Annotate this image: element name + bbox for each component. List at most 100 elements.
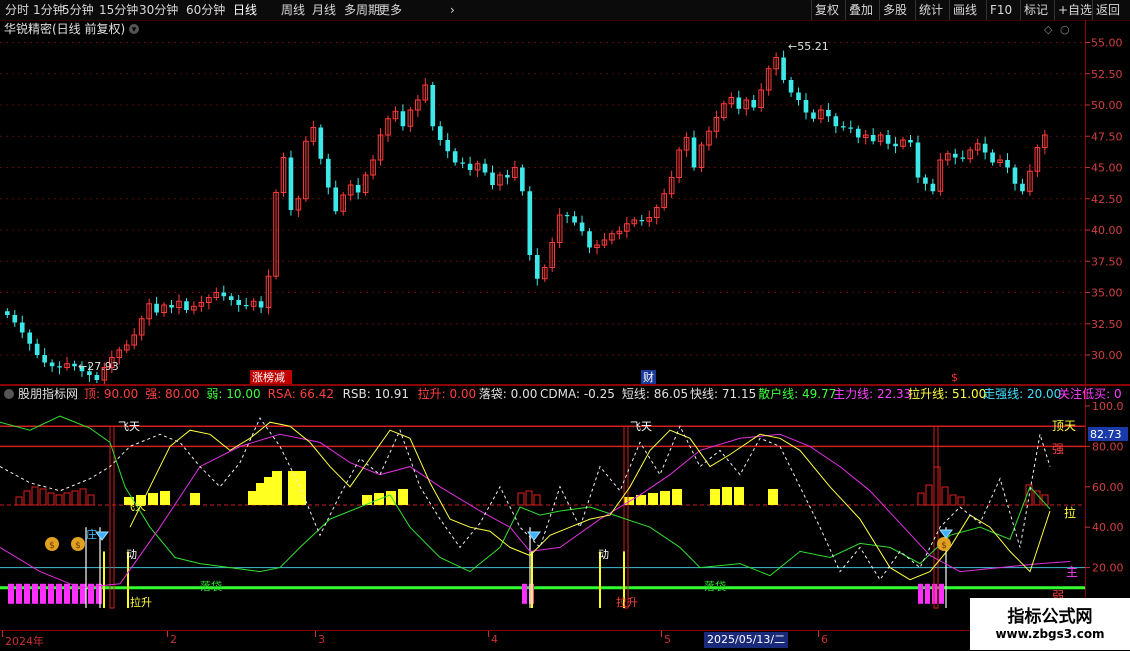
indicator-param: 落袋: 0.00 [479,387,538,401]
indicator-param: 强: 80.00 [145,387,199,401]
toolbar-button-2[interactable]: 多股 [883,2,907,18]
price-tick-label: 52.50 [1091,68,1123,81]
candle-down [803,100,809,113]
tb-1min[interactable]: 分时 [5,2,29,18]
candle-down [811,112,816,119]
candle-down [520,167,525,192]
indicator-param: RSB: 10.91 [343,387,409,401]
candle-down [482,163,488,173]
candle-down [34,343,40,355]
candle-down [72,363,77,367]
pull-bar [672,488,682,505]
tb-more[interactable]: 更多 [378,2,402,18]
toolbar-button-0[interactable]: 复权 [815,2,839,18]
candle-down [564,215,570,217]
current-value-label: 82.73 [1090,428,1122,441]
event-marker-limit: 涨榜减 [252,370,285,384]
indicator-param: 快线: 71.15 [690,387,756,401]
high-price-label: ←55.21 [788,40,829,53]
candle-down [94,375,100,380]
candle-down [243,305,249,307]
rsa-bar [917,492,925,506]
tb-day[interactable]: 日线 [233,2,257,18]
candle-down [990,152,995,163]
candle-down [325,158,331,188]
candle-down [1012,167,1018,184]
tb-15m[interactable]: 15分钟 [99,2,138,18]
date-tick-label: 3 [318,633,325,646]
candle-down [154,303,159,313]
event-marker-finance: 财 [643,370,654,384]
candle-down [490,172,495,185]
date-axis: 2025/05/13/二 2024年 2 3 4 5 6 [0,630,1130,651]
pull-bar [362,494,372,505]
event-marker-dollar: $ [951,371,958,384]
toolbar-button-3[interactable]: 统计 [919,2,943,18]
low-buy-bar [48,583,54,604]
toolbar-divider [879,0,880,20]
chart-title: 华锐精密(日线 前复权) [4,21,125,36]
candle-down [236,300,242,305]
tb-week[interactable]: 周线 [281,2,305,18]
price-tick-label: 45.00 [1091,162,1123,175]
price-tick-label: 55.00 [1091,37,1123,50]
candle-down [27,332,33,344]
price-chart[interactable]: 55.00 52.50 50.00 47.50 45.00 42.50 40.00 37.50… [0,20,1130,384]
date-tick [315,631,316,637]
candle-down [952,153,958,158]
candle-down [1005,160,1010,168]
bag-label: 落袋 [704,579,726,593]
rsa-bar [525,490,533,506]
toolbar-button-5[interactable]: F10 [990,2,1012,18]
toolbar-button-1[interactable]: 叠加 [849,2,873,18]
toolbar-button-4[interactable]: 画线 [953,2,977,18]
indicator-axis-line [1085,386,1086,630]
rsa-bar [55,494,63,506]
candle-down [691,137,697,168]
tb-60m[interactable]: 60分钟 [186,2,225,18]
rsa-bar [87,494,95,506]
toolbar-button-8[interactable]: 返回 [1096,2,1120,18]
tb-30m[interactable]: 30分钟 [139,2,178,18]
toolbar-button-6[interactable]: 标记 [1024,2,1048,18]
candle-down [527,191,533,255]
low-buy-bar [40,583,46,604]
tb-5m[interactable]: 5分钟 [62,2,94,18]
rsa-bar [957,496,965,506]
indicator-dropdown-icon[interactable] [4,389,14,399]
indicator-param: 散户线: 49.77 [758,386,836,401]
tb-1m[interactable]: 1分钟 [33,2,65,18]
tb-multi[interactable]: 多周期 [344,2,380,18]
date-tick [167,631,168,637]
chevron-right-icon[interactable]: › [450,2,455,18]
date-tick-label: 5 [664,633,671,646]
rsa-bar [79,488,87,506]
toolbar-divider [1020,0,1021,20]
low-buy-bar [939,583,944,604]
move-label: 动 [126,548,137,561]
rsa-bar [925,484,933,506]
toolbar-button-7[interactable]: +自选 [1058,2,1092,18]
tb-month[interactable]: 月线 [312,2,336,18]
date-tick-label: 2024年 [5,635,44,648]
candle-down [587,231,592,248]
indicator-chart[interactable]: 股朋指标网 顶: 90.00 强: 80.00 弱: 10.00 RSA: 66.42 R… [0,386,1130,630]
fly-sky-label-2: 飞天 [124,500,146,513]
indicator-param: 关注低买: 0 [1058,386,1122,401]
pull-bar [148,492,158,505]
candle-down [452,151,458,163]
low-price-label: ←27.93 [78,360,119,373]
period-toolbar: 分时 1分钟 5分钟 15分钟 30分钟 60分钟 日线 周线 月线 多周期 更多 › 复权 叠加 多股 统计… [0,0,1130,21]
pull-bar [398,488,408,505]
fly-sky-label: 飞天 [630,420,652,433]
main-line [0,433,1071,589]
rsa-bar [15,496,23,506]
pull-bar [272,470,282,505]
price-tick-label: 35.00 [1091,287,1123,300]
candle-down [960,157,966,159]
candle-down [445,140,451,152]
candle-down [534,255,540,279]
toolbar-divider [915,0,916,20]
bag-label: 落袋 [200,579,222,593]
candle-down [848,127,854,129]
